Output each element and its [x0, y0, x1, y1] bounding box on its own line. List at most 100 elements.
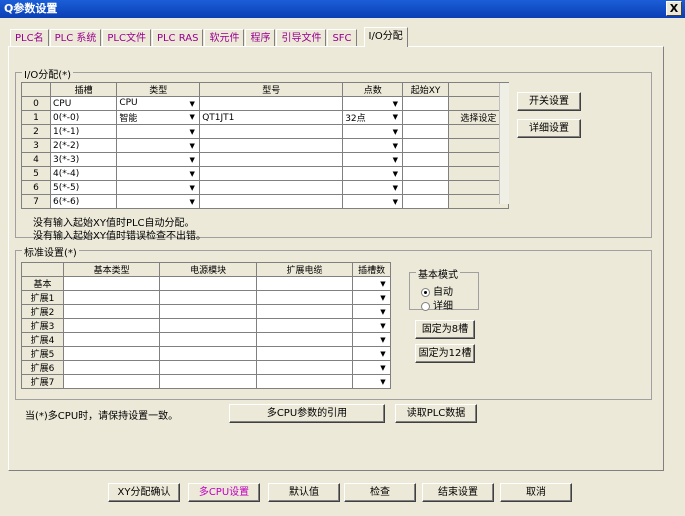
- model-cell[interactable]: [199, 194, 344, 209]
- points-cell[interactable]: ▼: [342, 152, 404, 167]
- power-module-cell[interactable]: [159, 276, 257, 291]
- tab-8[interactable]: I/O分配: [363, 27, 408, 47]
- dropdown-arrow-icon[interactable]: ▼: [187, 112, 197, 124]
- slot-count-cell[interactable]: ▼: [352, 318, 391, 333]
- model-cell[interactable]: [199, 124, 344, 139]
- dropdown-arrow-icon[interactable]: ▼: [378, 278, 388, 290]
- start-xy-cell[interactable]: [402, 180, 449, 195]
- dropdown-arrow-icon[interactable]: ▼: [378, 320, 388, 332]
- points-cell[interactable]: ▼: [342, 96, 404, 111]
- tab-3[interactable]: PLC RAS: [151, 29, 204, 47]
- mode-auto-radio[interactable]: 自动: [421, 283, 453, 298]
- switch-setting-button[interactable]: 开关设置: [517, 92, 581, 111]
- type-cell[interactable]: ▼: [116, 152, 201, 167]
- type-cell[interactable]: ▼: [116, 194, 201, 209]
- dropdown-arrow-icon[interactable]: ▼: [390, 140, 400, 152]
- dropdown-arrow-icon[interactable]: ▼: [378, 292, 388, 304]
- base-type-cell[interactable]: [62, 346, 161, 361]
- dropdown-arrow-icon[interactable]: ▼: [390, 168, 400, 180]
- type-cell[interactable]: ▼: [116, 138, 201, 153]
- power-module-cell[interactable]: [159, 332, 257, 347]
- tab-1[interactable]: PLC 系统: [49, 29, 102, 47]
- power-module-cell[interactable]: [159, 304, 257, 319]
- start-xy-cell[interactable]: [402, 138, 449, 153]
- base-type-cell[interactable]: [62, 290, 161, 305]
- bottom-button-1[interactable]: 多CPU设置: [188, 483, 260, 502]
- slot-count-cell[interactable]: ▼: [352, 276, 391, 291]
- points-cell[interactable]: ▼: [342, 124, 404, 139]
- base-type-cell[interactable]: [62, 360, 161, 375]
- type-cell[interactable]: ▼: [116, 124, 201, 139]
- ext-cable-cell[interactable]: [255, 290, 354, 305]
- type-cell[interactable]: CPU ▼: [116, 96, 201, 111]
- power-module-cell[interactable]: [159, 318, 257, 333]
- slot-count-cell[interactable]: ▼: [352, 346, 391, 361]
- ext-cable-cell[interactable]: [255, 360, 354, 375]
- detail-setting-button[interactable]: 详细设置: [517, 119, 581, 138]
- bottom-button-2[interactable]: 默认值: [268, 483, 340, 502]
- dropdown-arrow-icon[interactable]: ▼: [187, 182, 197, 194]
- model-cell[interactable]: [199, 96, 344, 111]
- start-xy-cell[interactable]: [402, 194, 449, 209]
- power-module-cell[interactable]: [159, 360, 257, 375]
- slot-count-cell[interactable]: ▼: [352, 374, 391, 389]
- tab-7[interactable]: SFC: [327, 29, 357, 47]
- tab-6[interactable]: 引导文件: [276, 29, 327, 47]
- dropdown-arrow-icon[interactable]: ▼: [187, 196, 197, 208]
- type-cell[interactable]: ▼: [116, 166, 201, 181]
- ext-cable-cell[interactable]: [255, 346, 354, 361]
- tab-2[interactable]: PLC文件: [102, 29, 151, 47]
- start-xy-cell[interactable]: [402, 124, 449, 139]
- ext-cable-cell[interactable]: [255, 332, 354, 347]
- slot-count-cell[interactable]: ▼: [352, 290, 391, 305]
- ext-cable-cell[interactable]: [255, 374, 354, 389]
- power-module-cell[interactable]: [159, 374, 257, 389]
- start-xy-cell[interactable]: [402, 96, 449, 111]
- base-type-cell[interactable]: [62, 374, 161, 389]
- close-button[interactable]: X: [666, 1, 682, 16]
- points-cell[interactable]: ▼: [342, 138, 404, 153]
- dropdown-arrow-icon[interactable]: ▼: [390, 196, 400, 208]
- start-xy-cell[interactable]: [402, 110, 449, 125]
- io-scrollbar[interactable]: [499, 83, 509, 204]
- base-type-cell[interactable]: [62, 304, 161, 319]
- ext-cable-cell[interactable]: [255, 276, 354, 291]
- dropdown-arrow-icon[interactable]: ▼: [187, 154, 197, 166]
- dropdown-arrow-icon[interactable]: ▼: [390, 182, 400, 194]
- tab-4[interactable]: 软元件: [204, 29, 245, 47]
- dropdown-arrow-icon[interactable]: ▼: [378, 376, 388, 388]
- dropdown-arrow-icon[interactable]: ▼: [187, 168, 197, 180]
- dropdown-arrow-icon[interactable]: ▼: [390, 98, 400, 110]
- dropdown-arrow-icon[interactable]: ▼: [378, 334, 388, 346]
- slot-count-cell[interactable]: ▼: [352, 360, 391, 375]
- model-cell[interactable]: [199, 166, 344, 181]
- dropdown-arrow-icon[interactable]: ▼: [378, 362, 388, 374]
- bottom-button-5[interactable]: 取消: [500, 483, 572, 502]
- type-cell[interactable]: 智能 ▼: [116, 110, 201, 125]
- bottom-button-0[interactable]: XY分配确认: [108, 483, 180, 502]
- mode-detail-radio[interactable]: 详细: [421, 297, 453, 312]
- base-type-cell[interactable]: [62, 276, 161, 291]
- bottom-button-3[interactable]: 检查: [344, 483, 416, 502]
- tab-5[interactable]: 程序: [245, 29, 276, 47]
- points-cell[interactable]: ▼: [342, 166, 404, 181]
- model-cell[interactable]: QT1JT1: [199, 110, 344, 125]
- fix-12-slot-button[interactable]: 固定为12槽: [415, 344, 475, 363]
- ext-cable-cell[interactable]: [255, 318, 354, 333]
- base-type-cell[interactable]: [62, 318, 161, 333]
- multi-cpu-param-button[interactable]: 多CPU参数的引用: [229, 404, 385, 423]
- model-cell[interactable]: [199, 180, 344, 195]
- slot-count-cell[interactable]: ▼: [352, 332, 391, 347]
- fix-8-slot-button[interactable]: 固定为8槽: [415, 320, 475, 339]
- dropdown-arrow-icon[interactable]: ▼: [187, 126, 197, 138]
- bottom-button-4[interactable]: 结束设置: [422, 483, 494, 502]
- dropdown-arrow-icon[interactable]: ▼: [390, 112, 400, 124]
- start-xy-cell[interactable]: [402, 166, 449, 181]
- type-cell[interactable]: ▼: [116, 180, 201, 195]
- dropdown-arrow-icon[interactable]: ▼: [187, 98, 197, 110]
- dropdown-arrow-icon[interactable]: ▼: [378, 348, 388, 360]
- read-plc-data-button[interactable]: 读取PLC数据: [395, 404, 477, 423]
- dropdown-arrow-icon[interactable]: ▼: [390, 154, 400, 166]
- points-cell[interactable]: 32点 ▼: [342, 110, 404, 125]
- model-cell[interactable]: [199, 152, 344, 167]
